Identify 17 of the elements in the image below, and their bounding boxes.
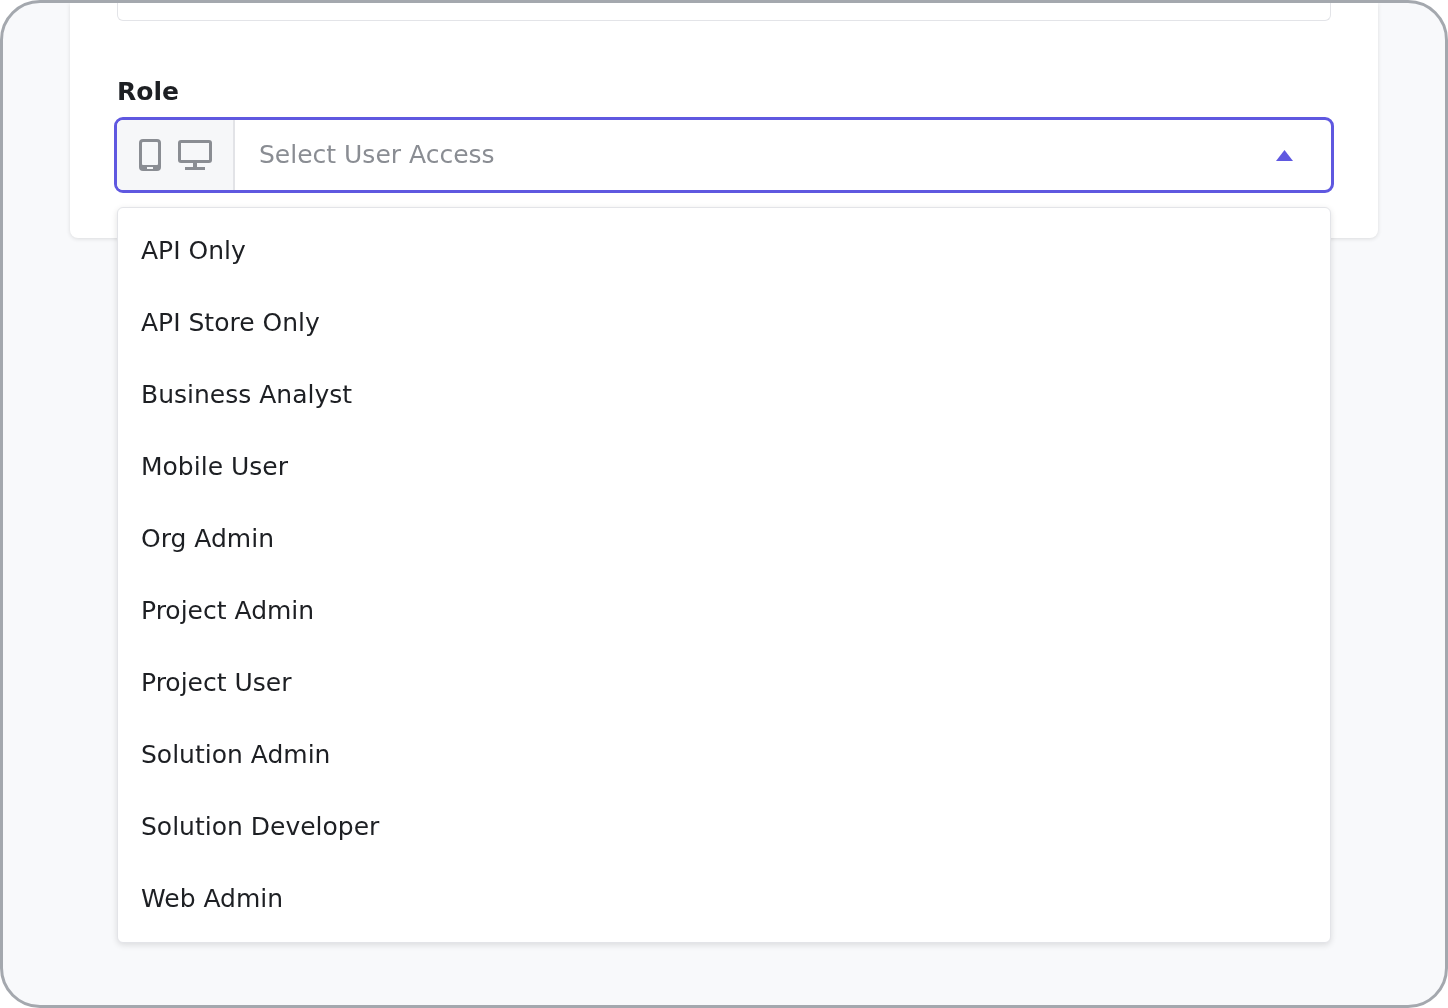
dropdown-option[interactable]: API Store Only (118, 287, 1330, 359)
dropdown-option[interactable]: Org Admin (118, 503, 1330, 575)
caret-up-icon (1276, 149, 1293, 161)
dropdown-option[interactable]: Project User (118, 647, 1330, 719)
dropdown-option[interactable]: Business Analyst (118, 359, 1330, 431)
dropdown-option[interactable]: Solution Admin (118, 719, 1330, 791)
input-field[interactable] (117, 3, 1331, 21)
device-toggle[interactable] (117, 120, 235, 190)
monitor-icon (178, 139, 212, 171)
dropdown-option[interactable]: Web Admin (118, 863, 1330, 935)
dropdown-option[interactable]: API Only (118, 215, 1330, 287)
dropdown-option[interactable]: Solution Developer (118, 791, 1330, 863)
phone-icon (138, 138, 162, 172)
select-placeholder: Select User Access (259, 139, 496, 172)
dropdown-option[interactable]: Mobile User (118, 431, 1330, 503)
field-label: Role (117, 77, 179, 107)
dropdown-option[interactable]: Project Admin (118, 575, 1330, 647)
